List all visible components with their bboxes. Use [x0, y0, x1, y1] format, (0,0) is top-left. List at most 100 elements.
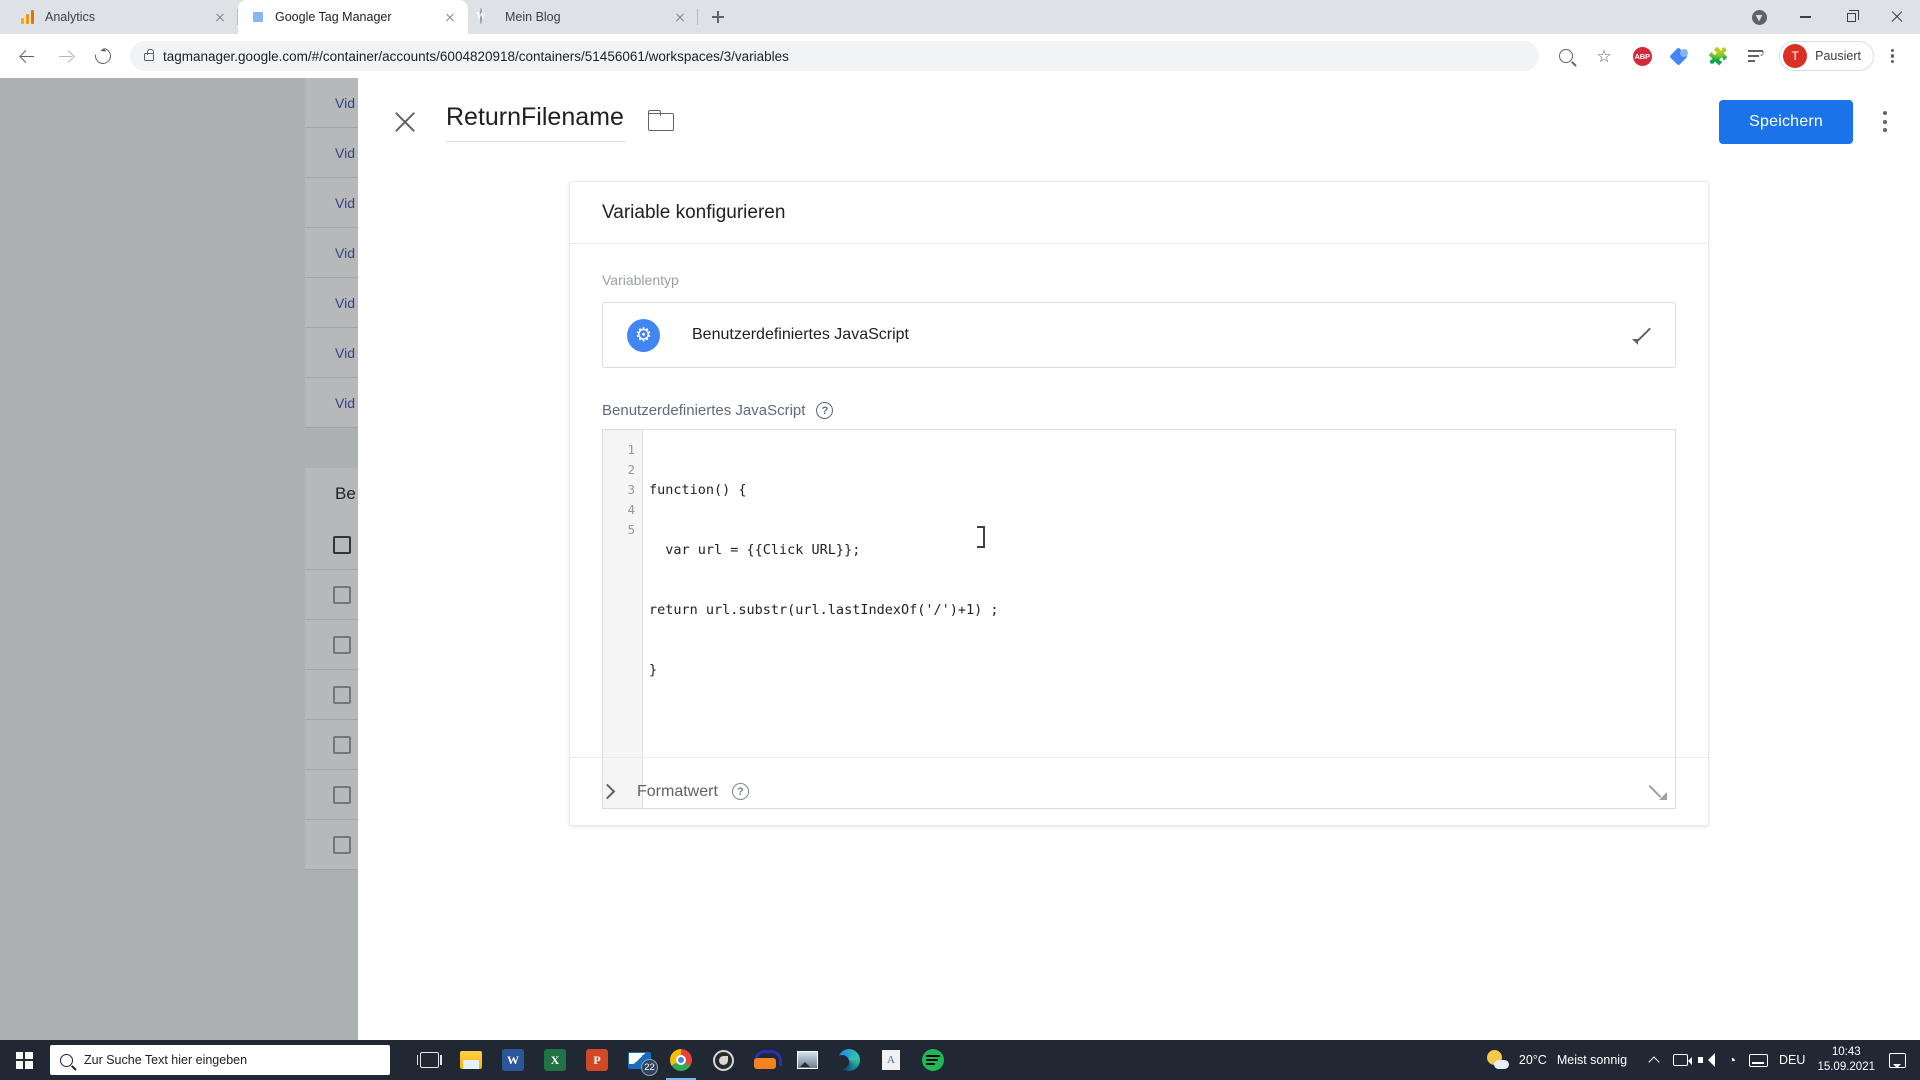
system-tray: 20°C Meist sonnig ◔ DEU 10:43 15.09.2021	[1486, 1040, 1920, 1080]
variable-type-label: Variablentyp	[602, 272, 679, 288]
excel-button[interactable]: X	[534, 1040, 576, 1080]
code-text-area[interactable]: function() { var url = {{Click URL}}; re…	[643, 430, 1675, 808]
notification-icon[interactable]	[1889, 1052, 1906, 1068]
format-value-section[interactable]: Formatwert ?	[570, 757, 1708, 825]
back-button[interactable]	[10, 39, 44, 73]
weather-temperature: 20°C	[1518, 1053, 1547, 1067]
line-number: 2	[627, 462, 635, 477]
tab-close-icon[interactable]	[442, 9, 458, 25]
mail-button[interactable]: 22	[618, 1040, 660, 1080]
avatar: T	[1783, 44, 1808, 68]
save-button[interactable]: Speichern	[1719, 100, 1853, 144]
camera-tray-button[interactable]	[1667, 1040, 1693, 1080]
gtm-icon	[250, 9, 266, 25]
volume-button[interactable]	[1693, 1040, 1719, 1080]
reload-button[interactable]	[86, 39, 120, 73]
audio-app-button[interactable]	[744, 1040, 786, 1080]
weather-widget[interactable]: 20°C Meist sonnig	[1486, 1049, 1628, 1071]
search-placeholder: Zur Suche Text hier eingeben	[84, 1053, 248, 1067]
tab-label: Mein Blog	[505, 10, 561, 24]
weather-icon	[1486, 1049, 1509, 1071]
editor-header: ReturnFilename Speichern	[358, 78, 1920, 166]
powerpoint-button[interactable]: P	[576, 1040, 618, 1080]
variable-editor-panel: ReturnFilename Speichern Variable konfig…	[358, 78, 1920, 1040]
obs-button[interactable]	[702, 1040, 744, 1080]
page-viewport: Vid Vid Vid Vid Vid Vid Vid Be ReturnFil…	[0, 78, 1920, 1040]
line-number-gutter: 1 2 3 4 5	[603, 430, 643, 808]
window-controls	[1736, 0, 1920, 34]
start-button[interactable]	[0, 1040, 48, 1080]
browser-toolbar: tagmanager.google.com/#/container/accoun…	[0, 34, 1920, 78]
folder-icon[interactable]	[648, 109, 674, 131]
network-button[interactable]: ◔	[1719, 1040, 1745, 1080]
code-line: }	[649, 662, 658, 678]
word-icon: W	[502, 1049, 524, 1071]
wifi-icon: ◔	[1727, 1052, 1737, 1068]
close-editor-button[interactable]	[390, 107, 420, 137]
line-number: 5	[627, 522, 635, 537]
volume-icon	[1698, 1053, 1716, 1067]
extensions-button[interactable]: 🧩	[1701, 39, 1735, 73]
javascript-field-header: Benutzerdefiniertes JavaScript ?	[602, 402, 1676, 419]
variable-type-row[interactable]: ⚙ Benutzerdefiniertes JavaScript	[602, 302, 1676, 368]
file-explorer-button[interactable]	[450, 1040, 492, 1080]
maximize-button[interactable]	[1828, 0, 1874, 34]
tag-assistant-icon	[1668, 46, 1690, 66]
variable-name-input[interactable]: ReturnFilename	[446, 103, 626, 142]
tab-google-tag-manager[interactable]: Google Tag Manager	[238, 0, 468, 34]
format-value-label: Formatwert	[637, 782, 718, 800]
show-hidden-icons-button[interactable]	[1641, 1040, 1667, 1080]
chrome-update-button[interactable]	[1736, 0, 1782, 34]
edge-icon	[835, 1049, 860, 1071]
kebab-menu-icon	[1891, 48, 1895, 64]
weather-description: Meist sonnig	[1556, 1053, 1628, 1067]
taskbar-search-input[interactable]: Zur Suche Text hier eingeben	[50, 1045, 390, 1075]
photo-app-button[interactable]	[786, 1040, 828, 1080]
search-icon	[1559, 49, 1574, 63]
tag-assistant-extension-button[interactable]	[1663, 39, 1697, 73]
back-icon	[19, 48, 36, 65]
forward-button[interactable]	[48, 39, 82, 73]
minimize-button[interactable]	[1782, 0, 1828, 34]
photo-app-icon	[796, 1051, 818, 1069]
bookmark-star-icon: ☆	[1596, 46, 1612, 66]
card-title: Variable konfigurieren	[570, 182, 1708, 244]
tab-mein-blog[interactable]: Mein Blog	[468, 0, 698, 34]
line-number: 4	[627, 502, 635, 517]
help-icon[interactable]: ?	[731, 783, 749, 800]
adblock-extension-button[interactable]: ABP	[1625, 39, 1659, 73]
screen: Analytics Google Tag Manager Mein Blog	[0, 0, 1920, 1080]
url-text: tagmanager.google.com/#/container/accoun…	[163, 48, 789, 64]
chrome-menu-button[interactable]	[1876, 39, 1910, 73]
abp-icon: ABP	[1632, 46, 1652, 66]
windows-logo-icon	[15, 1051, 33, 1069]
language-indicator[interactable]: DEU	[1779, 1053, 1805, 1067]
profile-chip[interactable]: T Pausiert	[1779, 41, 1874, 71]
address-bar[interactable]: tagmanager.google.com/#/container/accoun…	[130, 41, 1540, 71]
spotify-button[interactable]	[912, 1040, 954, 1080]
search-icon	[60, 1053, 73, 1067]
word-button[interactable]: W	[492, 1040, 534, 1080]
tab-close-icon[interactable]	[212, 9, 228, 25]
new-tab-button[interactable]	[704, 3, 732, 31]
close-button[interactable]	[1874, 0, 1920, 34]
chrome-window: Analytics Google Tag Manager Mein Blog	[0, 0, 1920, 1040]
reading-list-button[interactable]	[1739, 39, 1773, 73]
document-app-button[interactable]	[870, 1040, 912, 1080]
bookmark-button[interactable]: ☆	[1587, 39, 1621, 73]
help-icon[interactable]: ?	[816, 402, 834, 419]
line-number: 1	[627, 442, 635, 457]
edge-button[interactable]	[828, 1040, 870, 1080]
task-view-button[interactable]	[408, 1040, 450, 1080]
edit-pencil-icon[interactable]	[1631, 324, 1653, 346]
code-editor[interactable]: 1 2 3 4 5 function() { var url = {{Click…	[602, 429, 1676, 809]
zoom-button[interactable]	[1549, 39, 1583, 73]
tab-analytics[interactable]: Analytics	[8, 0, 238, 34]
more-options-icon[interactable]	[1883, 111, 1888, 133]
chrome-button[interactable]	[660, 1040, 702, 1080]
clock[interactable]: 10:43 15.09.2021	[1817, 1045, 1875, 1075]
keyboard-layout-button[interactable]	[1745, 1040, 1771, 1080]
reload-icon	[91, 44, 115, 68]
tab-close-icon[interactable]	[672, 9, 688, 25]
javascript-label: Benutzerdefiniertes JavaScript	[602, 402, 806, 419]
